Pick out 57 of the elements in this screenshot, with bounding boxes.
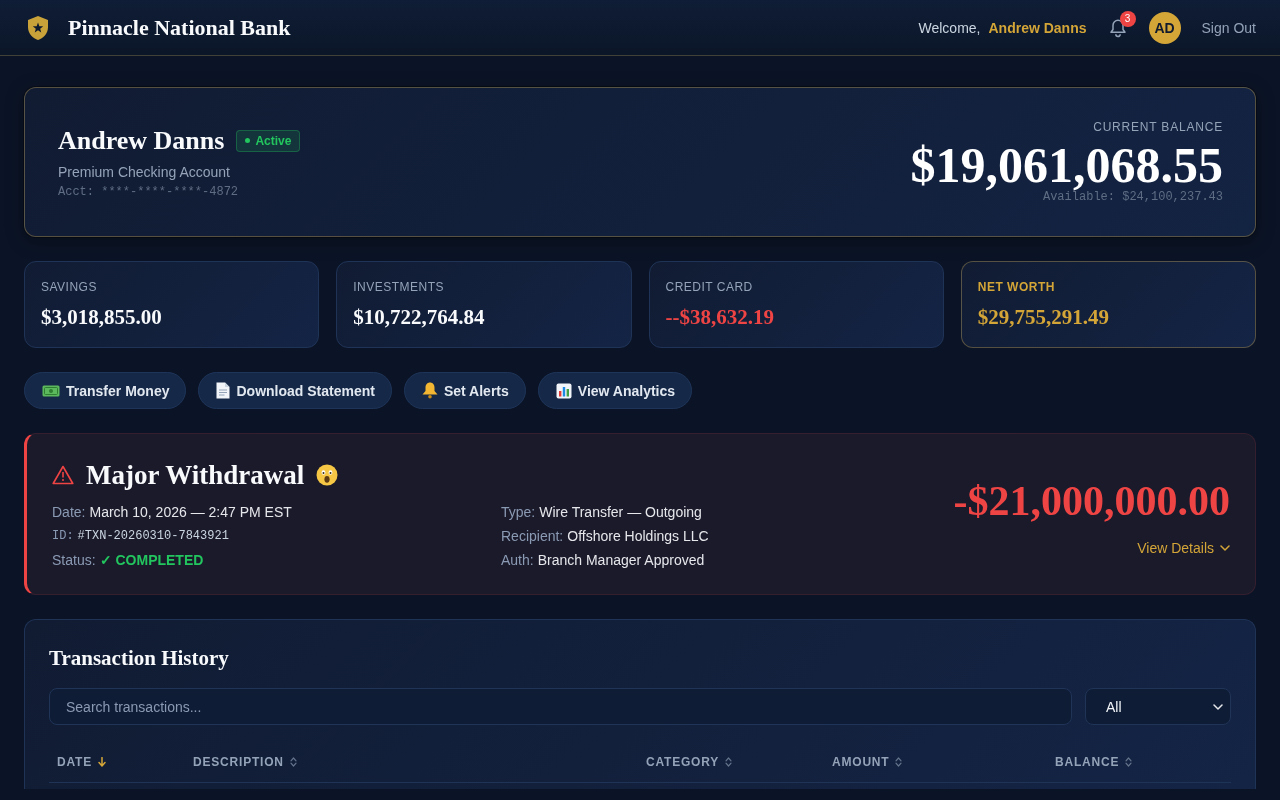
- user-name: Andrew Danns: [988, 19, 1087, 36]
- chevron-down-icon: [1213, 703, 1223, 710]
- card-amount: $3,018,855.00: [41, 304, 163, 330]
- card-amount: $10,722,764.84: [353, 304, 486, 330]
- detail-value: Wire Transfer — Outgoing: [539, 503, 702, 522]
- filter-select[interactable]: All: [1085, 688, 1231, 725]
- welcome-text: Welcome,: [918, 19, 981, 36]
- detail-label: Type:: [501, 503, 536, 522]
- panel-title: Transaction History: [49, 645, 230, 672]
- sign-out-link[interactable]: Sign Out: [1201, 19, 1256, 36]
- warning-icon: [52, 465, 74, 485]
- detail-label: ID:: [52, 528, 74, 545]
- bar-chart-icon: [555, 382, 572, 399]
- card-label: NET WORTH: [977, 279, 1056, 295]
- detail-label: Recipient:: [501, 527, 564, 546]
- card-amount: --$38,632.19: [665, 304, 775, 330]
- bank-name: Pinnacle National Bank: [68, 14, 291, 41]
- available-balance: Available: $24,100,237.43: [1042, 190, 1223, 204]
- detail-value: ✓ COMPLETED: [99, 551, 204, 570]
- detail-label: Date:: [52, 503, 86, 522]
- search-field[interactable]: Search transactions...: [49, 688, 1072, 725]
- alert-title: Major Withdrawal: [86, 459, 305, 491]
- withdrawal-amount: -$21,000,000.00: [953, 476, 1230, 526]
- detail-label: Status:: [52, 551, 96, 570]
- status-text: Active: [255, 133, 292, 148]
- detail-label: Auth:: [501, 551, 534, 570]
- detail-value: Offshore Holdings LLC: [567, 527, 709, 546]
- action-button[interactable]: View Analytics: [537, 372, 693, 409]
- chevron-down-icon: [1220, 544, 1230, 551]
- notification-badge: 3: [1119, 10, 1136, 27]
- card-label: SAVINGS: [41, 279, 98, 295]
- column-header[interactable]: DESCRIPTION: [193, 754, 297, 770]
- bell-icon: [421, 382, 438, 399]
- status-dot-icon: [245, 138, 251, 143]
- detail-value: #TXN-20260310-7843921: [77, 528, 229, 545]
- detail-value: Branch Manager Approved: [537, 551, 705, 570]
- account-type: Premium Checking Account: [58, 163, 231, 180]
- column-header[interactable]: BALANCE: [1055, 754, 1133, 770]
- banknote-icon: [42, 384, 60, 397]
- detail-value: March 10, 2026 — 2:47 PM EST: [89, 503, 292, 522]
- action-button[interactable]: Set Alerts: [403, 372, 526, 409]
- balance-label: CURRENT BALANCE: [1093, 120, 1223, 134]
- shocked-face-icon: [316, 464, 339, 486]
- view-details-link[interactable]: View Details: [1137, 539, 1230, 556]
- column-header[interactable]: DATE: [57, 754, 106, 770]
- column-header[interactable]: AMOUNT: [832, 754, 903, 770]
- card-amount: $29,755,291.49: [977, 304, 1110, 330]
- action-button[interactable]: Transfer Money: [24, 372, 187, 409]
- card-label: CREDIT CARD: [665, 279, 754, 295]
- shield-star-icon: [27, 14, 49, 41]
- column-header[interactable]: CATEGORY: [646, 754, 733, 770]
- avatar-initials[interactable]: AD: [1148, 11, 1181, 44]
- action-button[interactable]: Download Statement: [198, 372, 392, 409]
- card-label: INVESTMENTS: [353, 279, 446, 295]
- account-holder-name: Andrew Danns: [58, 125, 225, 156]
- account-number: Acct: ****-****-****-4872: [58, 184, 240, 199]
- document-icon: [216, 382, 231, 399]
